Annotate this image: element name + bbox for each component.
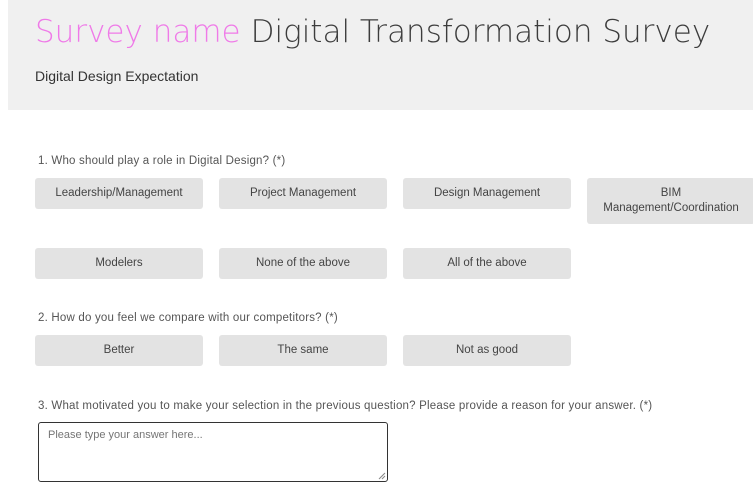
option-modelers[interactable]: Modelers: [35, 248, 203, 279]
survey-name-label: Survey name: [35, 14, 241, 50]
option-the-same[interactable]: The same: [219, 335, 387, 366]
option-none-of-the-above[interactable]: None of the above: [219, 248, 387, 279]
option-leadership-management[interactable]: Leadership/Management: [35, 178, 203, 209]
survey-title: Digital Transformation Survey: [250, 14, 711, 50]
answer-textarea[interactable]: [38, 422, 388, 482]
option-all-of-the-above[interactable]: All of the above: [403, 248, 571, 279]
question-1-label: 1. Who should play a role in Digital Des…: [38, 155, 286, 167]
question-3-label: 3. What motivated you to make your selec…: [38, 400, 653, 412]
option-better[interactable]: Better: [35, 335, 203, 366]
question-2-label: 2. How do you feel we compare with our c…: [38, 312, 338, 324]
survey-header: Survey name Digital Transformation Survey…: [8, 0, 753, 110]
survey-subtitle: Digital Design Expectation: [35, 68, 199, 84]
page-title: Survey name Digital Transformation Survey: [35, 10, 710, 54]
option-bim-management-coordination[interactable]: BIM Management/Coordination: [587, 178, 753, 224]
option-design-management[interactable]: Design Management: [403, 178, 571, 209]
option-project-management[interactable]: Project Management: [219, 178, 387, 209]
option-not-as-good[interactable]: Not as good: [403, 335, 571, 366]
resize-grip-icon[interactable]: [378, 472, 386, 480]
